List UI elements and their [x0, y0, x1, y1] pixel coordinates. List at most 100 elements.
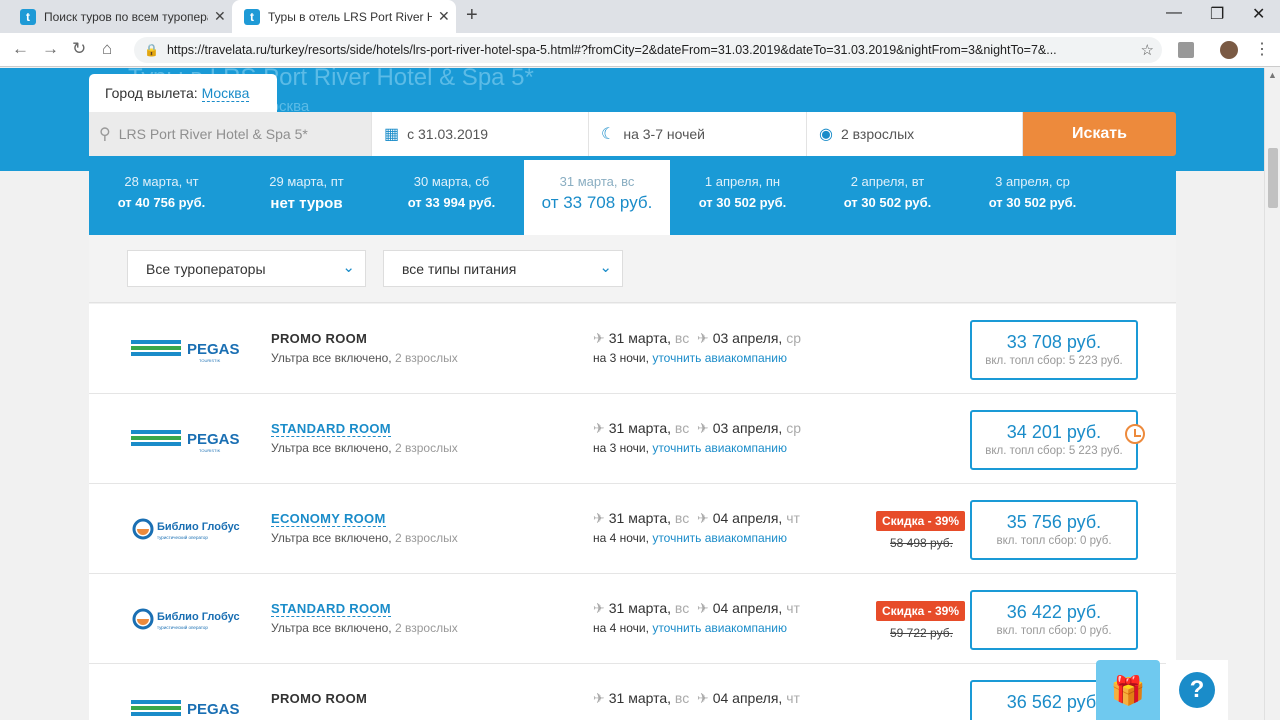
date-field[interactable]: ▦ с 31.03.2019 [372, 112, 589, 156]
biblio-logo-text: Библио Глобус [157, 611, 240, 623]
departure-weekday: вс [674, 420, 690, 436]
calendar-icon: ▦ [384, 126, 400, 143]
offers-list: PEGAS TOURISTIK PROMO ROOM Ультра все вк… [89, 304, 1176, 720]
old-price: 58 498 руб. [890, 536, 953, 550]
departure-city-link[interactable]: Москва [201, 85, 250, 102]
browser-tab-1[interactable]: t Поиск туров по всем туроператорам ✕ [8, 0, 230, 33]
price-button[interactable]: 36 422 руб. вкл. топл сбор: 0 руб. [970, 590, 1138, 650]
browser-tab-2[interactable]: t Туры в отель LRS Port River Hotel & Sp… [232, 0, 456, 33]
bookmark-star-icon[interactable]: ☆ [1141, 41, 1154, 59]
scrollbar-thumb[interactable] [1268, 148, 1278, 208]
date-price-strip: 28 марта, чт от 40 756 руб. 29 марта, пт н… [89, 160, 1176, 235]
price-button[interactable]: 35 756 руб. вкл. топл сбор: 0 руб. [970, 500, 1138, 560]
location-pin-icon: ⚲ [99, 126, 111, 143]
date-option[interactable]: 30 марта, сб от 33 994 руб. [379, 160, 524, 235]
nights-count: на 4 ночи, [593, 621, 649, 635]
date-option-selected[interactable]: 31 марта, вс от 33 708 руб. [524, 160, 670, 235]
date-option[interactable]: 3 апреля, ср от 30 502 руб. [960, 160, 1105, 235]
plane-icon: ✈ [593, 510, 605, 526]
return-weekday: чт [786, 510, 800, 526]
date-option-day: 31 марта, вс [559, 174, 635, 189]
page-scrollbar[interactable]: ▲ [1264, 68, 1280, 720]
meal-info: Ультра все включено, 2 взрослых [271, 351, 458, 365]
price-button[interactable]: 34 201 руб. вкл. топл сбор: 5 223 руб. [970, 410, 1138, 470]
new-tab-icon[interactable]: + [466, 4, 478, 27]
forward-icon[interactable]: → [42, 39, 59, 59]
return-date: 04 апреля, [712, 600, 783, 616]
fuel-fee: вкл. топл сбор: 0 руб. [996, 535, 1112, 547]
lock-icon: 🔒 [144, 43, 159, 57]
room-name-link[interactable]: STANDARD ROOM [271, 421, 391, 437]
operator-select[interactable]: Все туроператоры ⌄ [127, 250, 366, 287]
date-option[interactable]: 28 марта, чт от 40 756 руб. [89, 160, 234, 235]
close-tab-icon[interactable]: ✕ [438, 8, 450, 25]
guests-info: 2 взрослых [394, 621, 458, 635]
date-option[interactable]: 29 марта, пт нет туров [234, 160, 379, 235]
meal-select[interactable]: все типы питания ⌄ [383, 250, 623, 287]
biblio-globus-logo: Библио Глобус туристический оператор [132, 518, 240, 540]
help-button[interactable]: ? [1166, 660, 1228, 720]
travelata-favicon-icon: t [20, 8, 36, 25]
date-option-price: от 30 502 руб. [843, 195, 932, 210]
nights-info: на 3 ночи, уточнить авиакомпанию [593, 441, 787, 455]
minimize-icon[interactable]: — [1166, 4, 1182, 22]
nights-field-value: на 3-7 ночей [623, 126, 705, 142]
plane-icon: ✈ [593, 690, 605, 706]
chevron-down-icon: ⌄ [599, 259, 612, 276]
return-date: 04 апреля, [712, 510, 783, 526]
question-icon: ? [1179, 672, 1215, 708]
search-form: ⚲ LRS Port River Hotel & Spa 5* ▦ с 31.0… [89, 112, 1176, 156]
biblio-globus-logo: Библио Глобус туристический оператор [132, 608, 240, 630]
room-name-link[interactable]: ECONOMY ROOM [271, 511, 386, 527]
guests-field-value: 2 взрослых [840, 126, 915, 142]
flight-dates: ✈ 31 марта, вс ✈ 03 апреля, ср [593, 330, 801, 347]
airline-link[interactable]: уточнить авиакомпанию [652, 441, 787, 455]
maximize-icon[interactable]: ❐ [1210, 4, 1224, 24]
reload-icon[interactable]: ↻ [72, 39, 86, 59]
meal-info: Ультра все включено, 2 взрослых [271, 621, 458, 635]
meal-type: Ультра все включено, [271, 441, 392, 455]
url-field[interactable]: 🔒 https://travelata.ru/turkey/resorts/si… [134, 37, 1162, 63]
return-date: 04 апреля, [712, 690, 783, 706]
nights-count: на 4 ночи, [593, 531, 649, 545]
pegas-logo: PEGAS TOURISTIK [131, 340, 240, 363]
extension-icon[interactable] [1178, 42, 1194, 58]
fuel-fee: вкл. топл сбор: 0 руб. [996, 625, 1112, 637]
travelata-favicon-icon: t [244, 8, 260, 25]
return-weekday: чт [786, 690, 800, 706]
profile-avatar[interactable] [1220, 41, 1238, 59]
meal-info: Ультра все включено, 2 взрослых [271, 441, 458, 455]
date-option[interactable]: 1 апреля, пн от 30 502 руб. [670, 160, 815, 235]
gift-icon[interactable]: 🎁 [1096, 660, 1160, 720]
guests-info: 2 взрослых [394, 441, 458, 455]
airline-link[interactable]: уточнить авиакомпанию [652, 351, 787, 365]
home-icon[interactable]: ⌂ [102, 39, 112, 59]
meal-select-value: все типы питания [402, 260, 517, 277]
search-button[interactable]: Искать [1023, 112, 1176, 156]
close-tab-icon[interactable]: ✕ [214, 8, 226, 25]
nights-field[interactable]: ☾ на 3-7 ночей [589, 112, 807, 156]
offer-price: 33 708 руб. [1006, 332, 1102, 352]
clock-icon[interactable] [1125, 424, 1145, 444]
room-name-link[interactable]: STANDARD ROOM [271, 601, 391, 617]
airline-link[interactable]: уточнить авиакомпанию [652, 621, 787, 635]
scroll-up-icon[interactable]: ▲ [1268, 70, 1277, 80]
hotel-field[interactable]: ⚲ LRS Port River Hotel & Spa 5* [89, 112, 372, 156]
departure-date: 31 марта, [608, 420, 672, 436]
discount-badge: Скидка - 39% [876, 601, 966, 621]
browser-menu-icon[interactable]: ⋮ [1254, 39, 1270, 59]
departure-weekday: вс [674, 600, 690, 616]
flight-dates: ✈ 31 марта, вс ✈ 04 апреля, чт [593, 600, 800, 617]
guests-info: 2 взрослых [394, 531, 458, 545]
back-icon[interactable]: ← [12, 39, 29, 59]
airline-link[interactable]: уточнить авиакомпанию [652, 531, 787, 545]
date-option-price: от 30 502 руб. [988, 195, 1077, 210]
url-text: https://travelata.ru/turkey/resorts/side… [166, 43, 1057, 57]
biblio-logo-subtext: туристический оператор [157, 624, 208, 630]
close-window-icon[interactable]: ✕ [1252, 4, 1265, 24]
price-button[interactable]: 33 708 руб. вкл. топл сбор: 5 223 руб. [970, 320, 1138, 380]
guests-field[interactable]: ◉ 2 взрослых [807, 112, 1023, 156]
fuel-fee: вкл. топл сбор: 5 223 руб. [985, 445, 1123, 457]
plane-icon: ✈ [593, 420, 605, 436]
date-option[interactable]: 2 апреля, вт от 30 502 руб. [815, 160, 960, 235]
